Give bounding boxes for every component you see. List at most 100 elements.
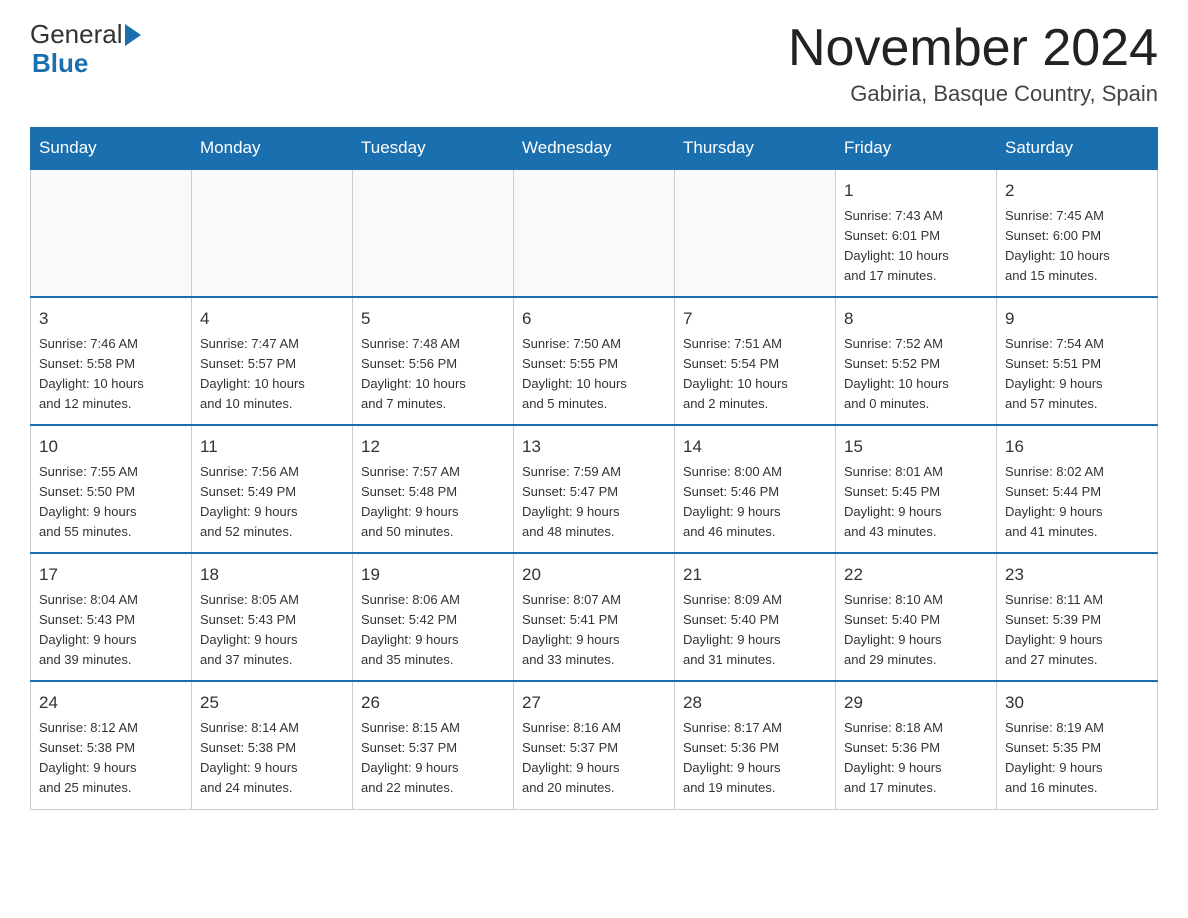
day-info: Sunrise: 8:04 AM Sunset: 5:43 PM Dayligh… <box>39 590 183 671</box>
day-info: Sunrise: 8:01 AM Sunset: 5:45 PM Dayligh… <box>844 462 988 543</box>
day-number: 6 <box>522 306 666 332</box>
page-header: General Blue November 2024 Gabiria, Basq… <box>30 20 1158 107</box>
day-info: Sunrise: 7:59 AM Sunset: 5:47 PM Dayligh… <box>522 462 666 543</box>
day-number: 28 <box>683 690 827 716</box>
day-info: Sunrise: 8:10 AM Sunset: 5:40 PM Dayligh… <box>844 590 988 671</box>
logo-triangle-icon <box>125 24 141 46</box>
calendar-table: SundayMondayTuesdayWednesdayThursdayFrid… <box>30 127 1158 809</box>
day-number: 2 <box>1005 178 1149 204</box>
week-row-2: 3Sunrise: 7:46 AM Sunset: 5:58 PM Daylig… <box>31 297 1158 425</box>
location: Gabiria, Basque Country, Spain <box>788 81 1158 107</box>
day-info: Sunrise: 8:18 AM Sunset: 5:36 PM Dayligh… <box>844 718 988 799</box>
calendar-cell: 23Sunrise: 8:11 AM Sunset: 5:39 PM Dayli… <box>997 553 1158 681</box>
day-info: Sunrise: 8:06 AM Sunset: 5:42 PM Dayligh… <box>361 590 505 671</box>
weekday-header-thursday: Thursday <box>675 128 836 170</box>
day-info: Sunrise: 8:16 AM Sunset: 5:37 PM Dayligh… <box>522 718 666 799</box>
calendar-cell: 16Sunrise: 8:02 AM Sunset: 5:44 PM Dayli… <box>997 425 1158 553</box>
day-number: 3 <box>39 306 183 332</box>
calendar-cell: 26Sunrise: 8:15 AM Sunset: 5:37 PM Dayli… <box>353 681 514 809</box>
day-number: 11 <box>200 434 344 460</box>
weekday-header-sunday: Sunday <box>31 128 192 170</box>
week-row-1: 1Sunrise: 7:43 AM Sunset: 6:01 PM Daylig… <box>31 169 1158 297</box>
day-info: Sunrise: 8:19 AM Sunset: 5:35 PM Dayligh… <box>1005 718 1149 799</box>
day-info: Sunrise: 8:14 AM Sunset: 5:38 PM Dayligh… <box>200 718 344 799</box>
day-number: 26 <box>361 690 505 716</box>
logo-blue: Blue <box>32 49 141 78</box>
calendar-cell: 2Sunrise: 7:45 AM Sunset: 6:00 PM Daylig… <box>997 169 1158 297</box>
calendar-cell: 6Sunrise: 7:50 AM Sunset: 5:55 PM Daylig… <box>514 297 675 425</box>
calendar-cell: 22Sunrise: 8:10 AM Sunset: 5:40 PM Dayli… <box>836 553 997 681</box>
day-number: 10 <box>39 434 183 460</box>
day-number: 12 <box>361 434 505 460</box>
day-info: Sunrise: 8:17 AM Sunset: 5:36 PM Dayligh… <box>683 718 827 799</box>
calendar-cell: 30Sunrise: 8:19 AM Sunset: 5:35 PM Dayli… <box>997 681 1158 809</box>
calendar-cell: 14Sunrise: 8:00 AM Sunset: 5:46 PM Dayli… <box>675 425 836 553</box>
day-info: Sunrise: 7:50 AM Sunset: 5:55 PM Dayligh… <box>522 334 666 415</box>
day-info: Sunrise: 8:12 AM Sunset: 5:38 PM Dayligh… <box>39 718 183 799</box>
calendar-cell: 29Sunrise: 8:18 AM Sunset: 5:36 PM Dayli… <box>836 681 997 809</box>
day-number: 13 <box>522 434 666 460</box>
day-number: 5 <box>361 306 505 332</box>
calendar-cell: 9Sunrise: 7:54 AM Sunset: 5:51 PM Daylig… <box>997 297 1158 425</box>
day-number: 22 <box>844 562 988 588</box>
day-number: 24 <box>39 690 183 716</box>
day-number: 17 <box>39 562 183 588</box>
day-info: Sunrise: 8:02 AM Sunset: 5:44 PM Dayligh… <box>1005 462 1149 543</box>
day-number: 15 <box>844 434 988 460</box>
day-number: 30 <box>1005 690 1149 716</box>
day-info: Sunrise: 8:07 AM Sunset: 5:41 PM Dayligh… <box>522 590 666 671</box>
weekday-header-tuesday: Tuesday <box>353 128 514 170</box>
day-info: Sunrise: 7:52 AM Sunset: 5:52 PM Dayligh… <box>844 334 988 415</box>
calendar-cell: 4Sunrise: 7:47 AM Sunset: 5:57 PM Daylig… <box>192 297 353 425</box>
day-number: 19 <box>361 562 505 588</box>
weekday-header-monday: Monday <box>192 128 353 170</box>
day-number: 9 <box>1005 306 1149 332</box>
day-info: Sunrise: 7:56 AM Sunset: 5:49 PM Dayligh… <box>200 462 344 543</box>
calendar-cell <box>353 169 514 297</box>
day-info: Sunrise: 7:51 AM Sunset: 5:54 PM Dayligh… <box>683 334 827 415</box>
logo-general: General <box>30 20 123 49</box>
day-number: 16 <box>1005 434 1149 460</box>
day-number: 18 <box>200 562 344 588</box>
day-info: Sunrise: 8:05 AM Sunset: 5:43 PM Dayligh… <box>200 590 344 671</box>
day-number: 25 <box>200 690 344 716</box>
month-title: November 2024 <box>788 20 1158 77</box>
calendar-cell: 20Sunrise: 8:07 AM Sunset: 5:41 PM Dayli… <box>514 553 675 681</box>
calendar-cell: 1Sunrise: 7:43 AM Sunset: 6:01 PM Daylig… <box>836 169 997 297</box>
week-row-5: 24Sunrise: 8:12 AM Sunset: 5:38 PM Dayli… <box>31 681 1158 809</box>
day-number: 8 <box>844 306 988 332</box>
calendar-cell: 12Sunrise: 7:57 AM Sunset: 5:48 PM Dayli… <box>353 425 514 553</box>
day-number: 4 <box>200 306 344 332</box>
day-number: 7 <box>683 306 827 332</box>
day-info: Sunrise: 7:46 AM Sunset: 5:58 PM Dayligh… <box>39 334 183 415</box>
calendar-cell: 11Sunrise: 7:56 AM Sunset: 5:49 PM Dayli… <box>192 425 353 553</box>
calendar-cell <box>192 169 353 297</box>
calendar-cell: 10Sunrise: 7:55 AM Sunset: 5:50 PM Dayli… <box>31 425 192 553</box>
calendar-cell: 19Sunrise: 8:06 AM Sunset: 5:42 PM Dayli… <box>353 553 514 681</box>
calendar-cell: 17Sunrise: 8:04 AM Sunset: 5:43 PM Dayli… <box>31 553 192 681</box>
calendar-cell: 8Sunrise: 7:52 AM Sunset: 5:52 PM Daylig… <box>836 297 997 425</box>
calendar-cell: 5Sunrise: 7:48 AM Sunset: 5:56 PM Daylig… <box>353 297 514 425</box>
weekday-header-saturday: Saturday <box>997 128 1158 170</box>
day-number: 29 <box>844 690 988 716</box>
day-info: Sunrise: 7:54 AM Sunset: 5:51 PM Dayligh… <box>1005 334 1149 415</box>
day-info: Sunrise: 8:15 AM Sunset: 5:37 PM Dayligh… <box>361 718 505 799</box>
calendar-cell <box>514 169 675 297</box>
weekday-header-row: SundayMondayTuesdayWednesdayThursdayFrid… <box>31 128 1158 170</box>
day-info: Sunrise: 7:47 AM Sunset: 5:57 PM Dayligh… <box>200 334 344 415</box>
calendar-cell: 25Sunrise: 8:14 AM Sunset: 5:38 PM Dayli… <box>192 681 353 809</box>
day-number: 27 <box>522 690 666 716</box>
day-info: Sunrise: 8:00 AM Sunset: 5:46 PM Dayligh… <box>683 462 827 543</box>
logo: General Blue <box>30 20 141 77</box>
day-info: Sunrise: 8:09 AM Sunset: 5:40 PM Dayligh… <box>683 590 827 671</box>
day-number: 14 <box>683 434 827 460</box>
calendar-cell <box>675 169 836 297</box>
calendar-cell <box>31 169 192 297</box>
calendar-cell: 24Sunrise: 8:12 AM Sunset: 5:38 PM Dayli… <box>31 681 192 809</box>
week-row-3: 10Sunrise: 7:55 AM Sunset: 5:50 PM Dayli… <box>31 425 1158 553</box>
day-info: Sunrise: 7:45 AM Sunset: 6:00 PM Dayligh… <box>1005 206 1149 287</box>
calendar-cell: 27Sunrise: 8:16 AM Sunset: 5:37 PM Dayli… <box>514 681 675 809</box>
calendar-cell: 18Sunrise: 8:05 AM Sunset: 5:43 PM Dayli… <box>192 553 353 681</box>
calendar-cell: 15Sunrise: 8:01 AM Sunset: 5:45 PM Dayli… <box>836 425 997 553</box>
day-info: Sunrise: 7:43 AM Sunset: 6:01 PM Dayligh… <box>844 206 988 287</box>
